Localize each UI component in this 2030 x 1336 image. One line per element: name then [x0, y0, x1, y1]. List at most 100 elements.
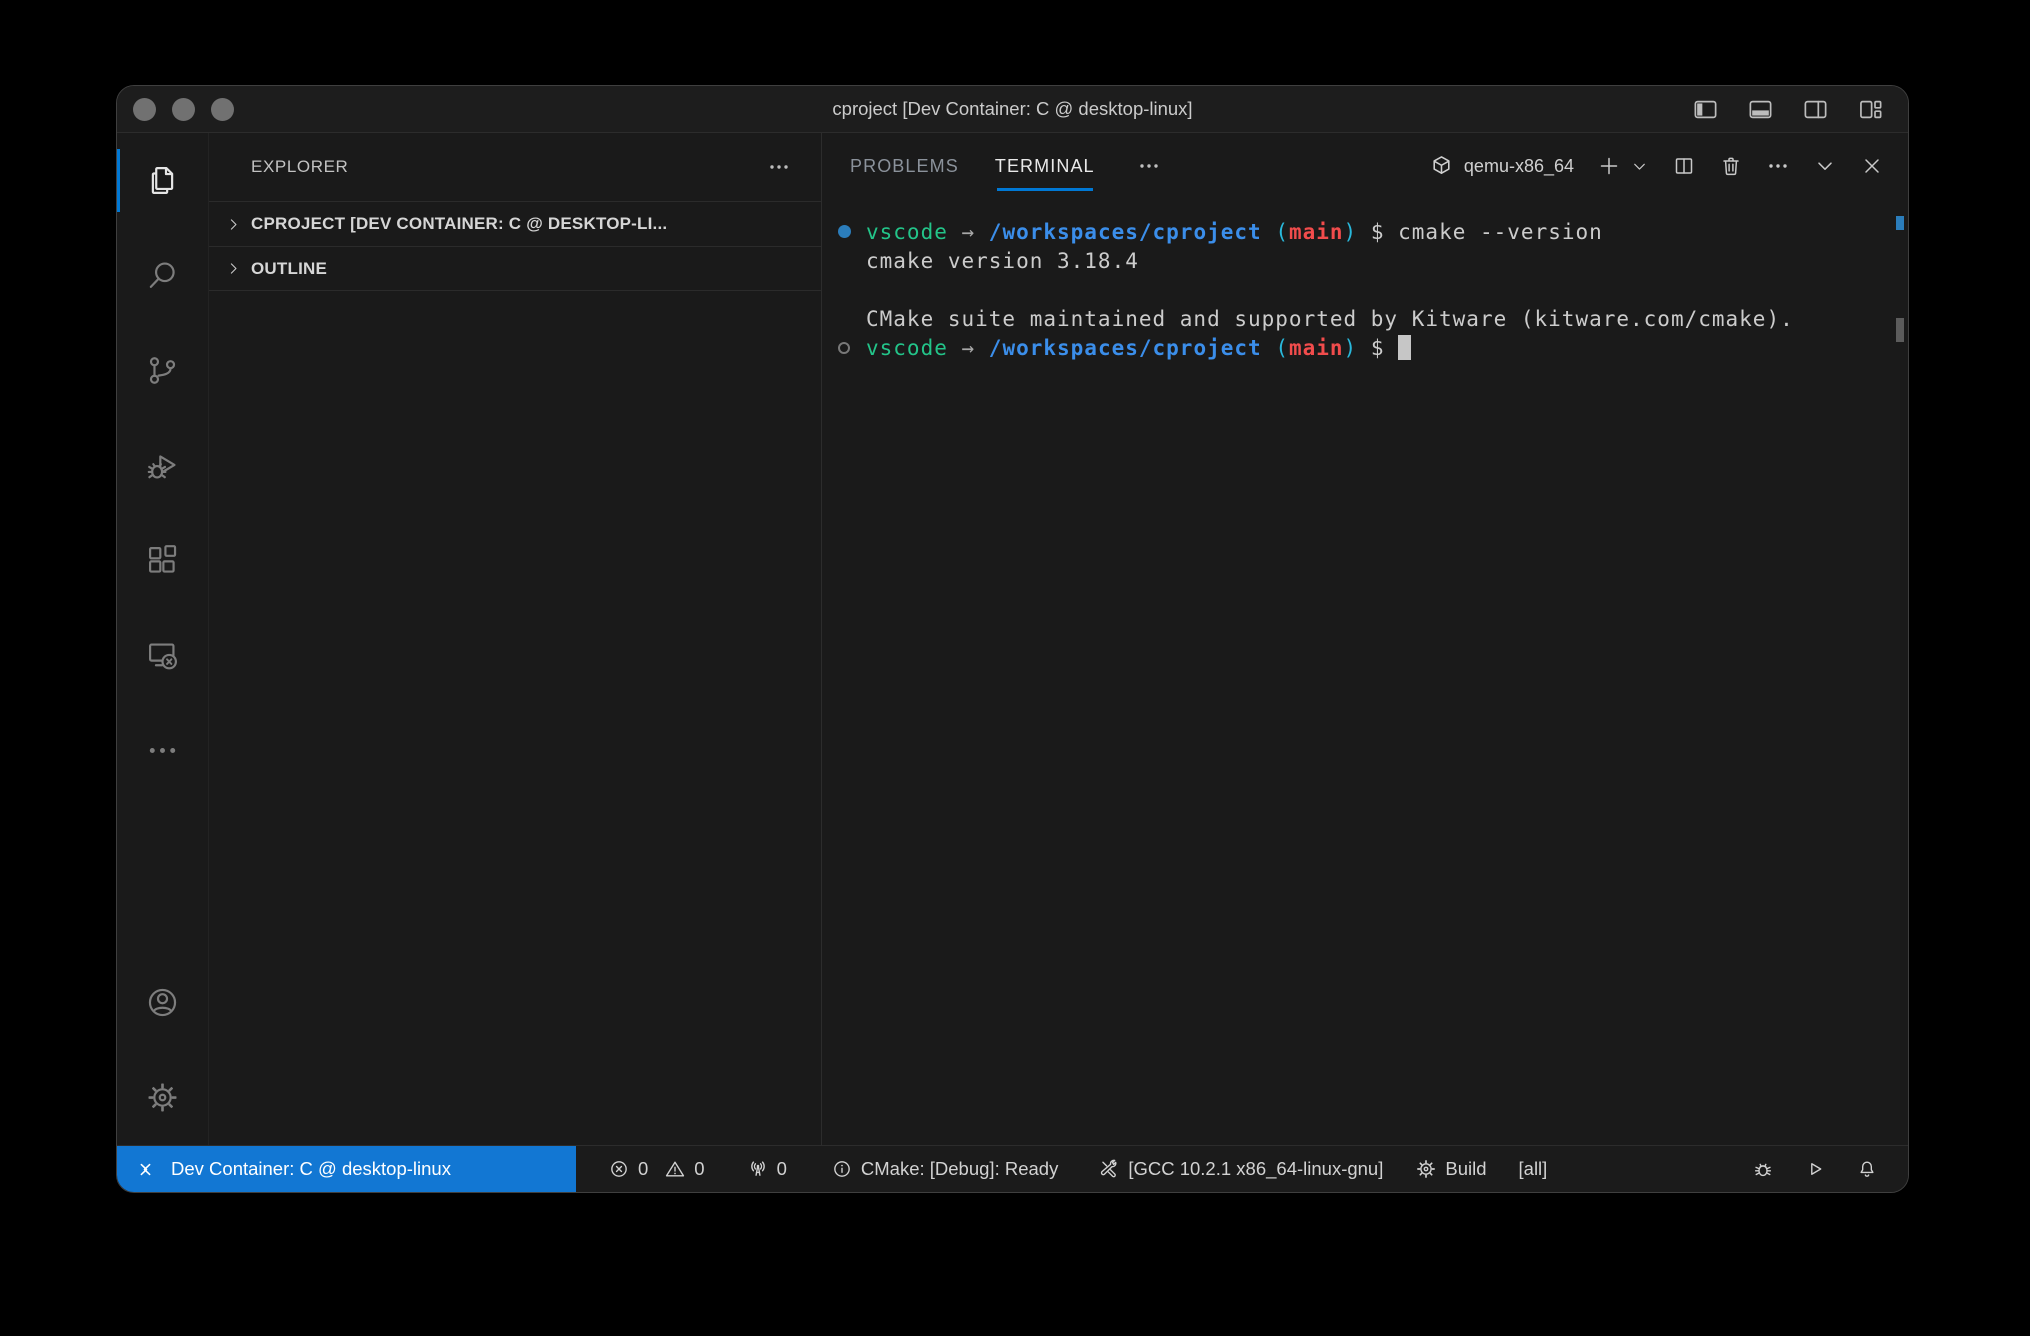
account-icon: [145, 985, 180, 1020]
run-and-debug-icon: [145, 448, 180, 483]
sidebar-section-outline[interactable]: OUTLINE: [209, 246, 821, 291]
ports-status-item[interactable]: 0: [747, 1158, 787, 1180]
tab-label: TERMINAL: [995, 156, 1095, 177]
toggle-panel-button[interactable]: [1747, 96, 1774, 123]
cmake-status-text: CMake: [Debug]: Ready: [861, 1158, 1058, 1180]
section-label: CPROJECT [DEV CONTAINER: C @ DESKTOP-LI.…: [251, 214, 667, 234]
warning-count: 0: [694, 1158, 704, 1180]
notifications-button[interactable]: [1856, 1158, 1878, 1180]
warning-icon: [664, 1158, 686, 1180]
remote-explorer-icon: [145, 638, 180, 673]
terminal-view[interactable]: vscode → /workspaces/cproject (main) $ c…: [822, 199, 1908, 1145]
build-label: Build: [1445, 1158, 1486, 1180]
terminal-profile-item[interactable]: qemu-x86_64: [1429, 154, 1574, 179]
files-icon: [145, 163, 180, 198]
layout-panel-icon: [1747, 96, 1774, 123]
prompt-pending-icon: [838, 342, 850, 354]
vscode-window: cproject [Dev Container: C @ desktop-lin…: [116, 85, 1909, 1193]
activity-bar-extensions[interactable]: [117, 513, 208, 608]
terminal-prompt-line-current: vscode → /workspaces/cproject (main) $: [822, 333, 1908, 362]
sidebar-section-project[interactable]: CPROJECT [DEV CONTAINER: C @ DESKTOP-LI.…: [209, 201, 821, 246]
activity-bar-remote-explorer[interactable]: [117, 608, 208, 703]
prompt-text: vscode → /workspaces/cproject (main) $ c…: [866, 220, 1603, 244]
settings-gear-icon: [145, 1080, 180, 1115]
terminal-cursor: [1398, 335, 1411, 360]
new-terminal-button[interactable]: [1597, 154, 1621, 178]
cmake-launch-button[interactable]: [1804, 1158, 1826, 1180]
panel-header: PROBLEMS TERMINAL qemu-x86_64: [822, 133, 1908, 199]
split-terminal-button[interactable]: [1672, 154, 1696, 178]
plus-icon: [1597, 154, 1621, 178]
close-icon: [1860, 154, 1884, 178]
panel-tabs-more-button[interactable]: [1137, 154, 1161, 178]
terminal-scrollbar-thumb[interactable]: [1896, 318, 1904, 342]
problems-status-item[interactable]: 0 0: [608, 1158, 705, 1180]
terminal-profile-icon: [1429, 154, 1454, 179]
activity-bar-source-control[interactable]: [117, 323, 208, 418]
bug-icon: [1752, 1158, 1774, 1180]
layout-controls: [1692, 86, 1884, 132]
terminal-prompt-line: vscode → /workspaces/cproject (main) $ c…: [822, 217, 1908, 246]
terminal-output-line: cmake version 3.18.4: [822, 246, 1908, 275]
window-title: cproject [Dev Container: C @ desktop-lin…: [117, 98, 1908, 120]
prompt-user: vscode: [866, 336, 948, 360]
more-icon: [145, 733, 180, 768]
close-panel-button[interactable]: [1860, 154, 1884, 178]
sidebar-title: EXPLORER: [251, 157, 348, 177]
explorer-more-actions-button[interactable]: [767, 155, 791, 179]
toggle-secondary-sidebar-button[interactable]: [1802, 96, 1829, 123]
activity-bar-settings[interactable]: [117, 1050, 208, 1145]
chevron-right-icon: [225, 260, 242, 277]
tab-problems[interactable]: PROBLEMS: [850, 133, 959, 199]
activity-bar: [117, 133, 209, 1145]
activity-bar-run-debug[interactable]: [117, 418, 208, 513]
customize-layout-button[interactable]: [1857, 96, 1884, 123]
kill-terminal-button[interactable]: [1719, 154, 1743, 178]
chevron-down-icon: [1813, 154, 1837, 178]
info-icon: [831, 1158, 853, 1180]
tab-terminal[interactable]: TERMINAL: [995, 133, 1095, 199]
activity-bar-search[interactable]: [117, 228, 208, 323]
remote-indicator[interactable]: Dev Container: C @ desktop-linux: [117, 1146, 576, 1192]
prompt-arrow: →: [948, 220, 989, 244]
build-target-label: [all]: [1519, 1158, 1548, 1180]
ellipsis-icon: [1137, 154, 1161, 178]
cmake-kit-item[interactable]: [GCC 10.2.1 x86_64-linux-gnu]: [1098, 1158, 1383, 1180]
trash-icon: [1719, 154, 1743, 178]
terminal-output: CMake suite maintained and supported by …: [866, 307, 1794, 331]
extensions-icon: [145, 543, 180, 578]
search-icon: [145, 258, 180, 293]
status-bar-right: [1752, 1158, 1908, 1180]
layout-sidebar-left-icon: [1692, 96, 1719, 123]
hide-panel-button[interactable]: [1813, 154, 1837, 178]
terminal-blank-line: [822, 275, 1908, 304]
terminal-profile-dropdown-button[interactable]: [1630, 157, 1649, 176]
terminal-actions: qemu-x86_64: [1429, 154, 1884, 179]
layout-sidebar-right-icon: [1802, 96, 1829, 123]
status-bar: Dev Container: C @ desktop-linux 0 0 0 C…: [117, 1145, 1908, 1192]
prompt-paren-close: ): [1344, 336, 1358, 360]
activity-bar-accounts[interactable]: [117, 955, 208, 1050]
cmake-status-item[interactable]: CMake: [Debug]: Ready: [831, 1158, 1058, 1180]
terminal-more-actions-button[interactable]: [1766, 154, 1790, 178]
remote-label: Dev Container: C @ desktop-linux: [171, 1158, 451, 1180]
prompt-cwd: /workspaces/cproject: [989, 336, 1262, 360]
cmake-debug-button[interactable]: [1752, 1158, 1774, 1180]
cmake-build-target[interactable]: [all]: [1519, 1158, 1548, 1180]
ports-count: 0: [777, 1158, 787, 1180]
activity-bar-explorer[interactable]: [117, 133, 208, 228]
terminal-output: cmake version 3.18.4: [866, 249, 1139, 273]
toggle-primary-sidebar-button[interactable]: [1692, 96, 1719, 123]
command-decoration[interactable]: [822, 342, 866, 354]
activity-bar-more[interactable]: [117, 703, 208, 798]
command-decoration[interactable]: [822, 225, 866, 238]
title-bar[interactable]: cproject [Dev Container: C @ desktop-lin…: [117, 86, 1908, 133]
cmake-build-button[interactable]: Build: [1415, 1158, 1486, 1180]
ellipsis-icon: [767, 155, 791, 179]
source-control-icon: [145, 353, 180, 388]
bell-icon: [1856, 1158, 1878, 1180]
panel: PROBLEMS TERMINAL qemu-x86_64: [822, 133, 1908, 1145]
terminal-profile-name: qemu-x86_64: [1464, 156, 1574, 177]
terminal-output-line: CMake suite maintained and supported by …: [822, 304, 1908, 333]
layout-customize-icon: [1857, 96, 1884, 123]
